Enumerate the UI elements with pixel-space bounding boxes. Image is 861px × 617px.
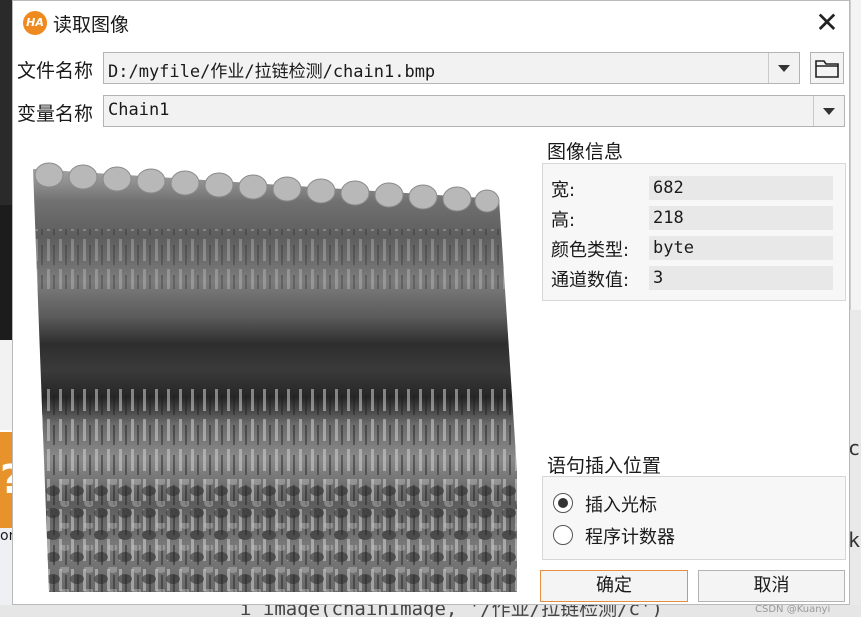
variable-name-combobox[interactable]: Chain1 [103,95,845,127]
variable-name-value: Chain1 [108,100,170,120]
close-button[interactable]: ✕ [809,5,845,41]
image-preview [33,162,517,592]
browse-folder-button[interactable] [810,52,844,84]
info-key: 高: [551,210,576,231]
insert-position-title: 语句插入位置 [547,455,662,477]
folder-icon [815,60,839,78]
background-help-badge: ? [0,432,12,528]
info-row-color-type: 颜色类型: byte [551,236,841,261]
info-key: 通道数值: [551,270,630,291]
radio-button-checked[interactable] [553,493,573,513]
chevron-down-icon[interactable] [768,53,799,83]
watermark: CSDN @Kuanyi [755,605,831,615]
info-value: 218 [649,206,833,230]
variable-name-label: 变量名称 [17,103,94,125]
dialog-title: 读取图像 [53,14,130,36]
info-row-width: 宽: 682 [551,176,841,201]
file-name-label: 文件名称 [17,60,94,82]
insert-position-panel: 插入光标 程序计数器 [542,476,846,560]
info-value: 3 [649,266,833,290]
cancel-button[interactable]: 取消 [698,570,845,602]
ok-button[interactable]: 确定 [540,570,688,602]
background-right-panel [850,0,861,310]
radio-label: 插入光标 [585,495,657,516]
file-name-combobox[interactable]: D:/myfile/作业/拉链检测/chain1.bmp [103,52,800,84]
background-code-line: i_image(chainImage, '/作业/拉链检测/c') [240,605,663,617]
read-image-dialog: HA 读取图像 ✕ 文件名称 D:/myfile/作业/拉链检测/chain1.… [12,0,850,605]
background-code-editor: i_image(chainImage, '/作业/拉链检测/c') CSDN @… [0,605,861,617]
info-value: 682 [649,176,833,200]
info-value: byte [649,236,833,260]
halcon-logo-icon: HA [23,11,47,35]
background-left-text: on [0,528,12,617]
background-app-panel-dark [0,205,12,340]
chevron-down-icon[interactable] [813,96,844,126]
file-name-value: D:/myfile/作业/拉链检测/chain1.bmp [108,62,436,82]
info-key: 颜色类型: [551,240,630,261]
background-app-panel [0,0,12,205]
radio-label: 程序计数器 [585,527,675,548]
info-key: 宽: [551,180,576,201]
info-row-channels: 通道数值: 3 [551,266,841,291]
info-row-height: 高: 218 [551,206,841,231]
background-app-gap [0,340,12,430]
image-info-title: 图像信息 [547,141,624,163]
image-info-panel: 宽: 682 高: 218 颜色类型: byte 通道数值: 3 [542,163,846,301]
radio-button[interactable] [553,525,573,545]
